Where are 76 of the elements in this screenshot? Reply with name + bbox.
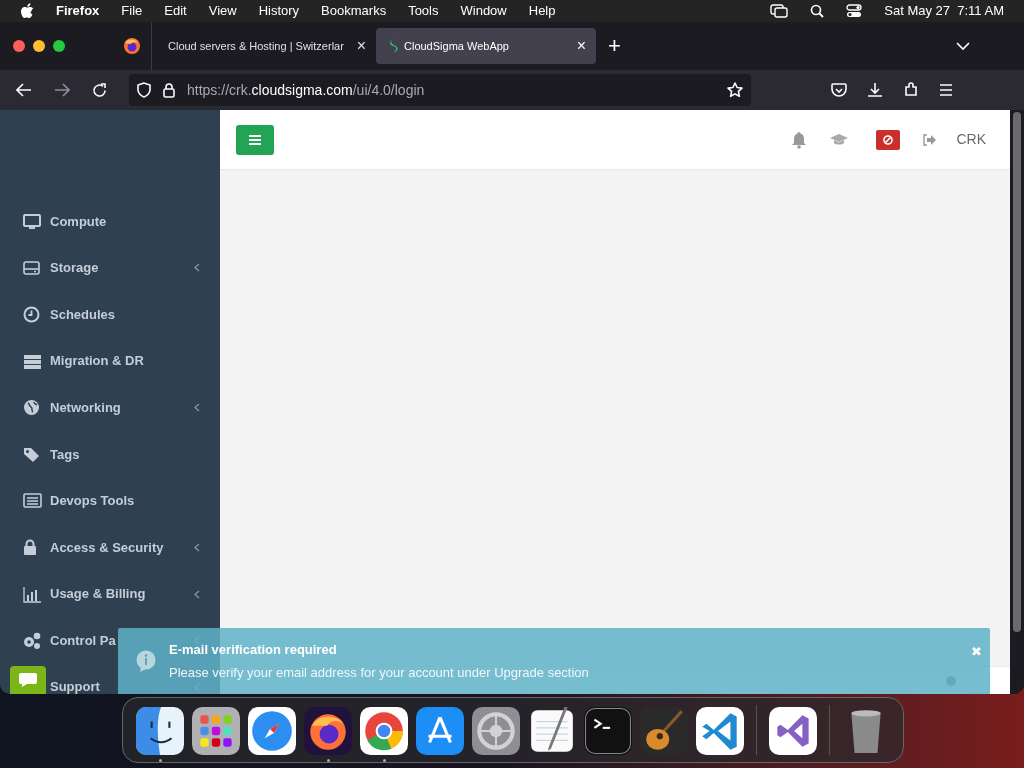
sidebar-item[interactable]: Storage [0, 244, 220, 292]
face-icon[interactable] [136, 706, 184, 755]
toast-message: Please verify your email address for your account under Upgrade section [169, 663, 590, 682]
user-name-link[interactable]: CRK [956, 129, 986, 150]
close-window-button[interactable] [13, 40, 25, 52]
address-bar[interactable]: https://crk.cloudsigma.com/ui/4.0/login [129, 74, 751, 106]
screen-mirroring-icon[interactable] [770, 4, 789, 18]
tags-icon [23, 445, 42, 463]
compass-icon[interactable] [248, 706, 296, 755]
browser-tab[interactable]: CloudSigma WebApp × [376, 28, 596, 64]
lock-icon [163, 82, 175, 98]
shield-icon [137, 82, 151, 98]
blocked-status-button[interactable] [876, 129, 901, 150]
chat-bubble-icon [18, 672, 38, 688]
terminal-icon[interactable] [584, 706, 632, 755]
guitar-icon[interactable] [640, 706, 688, 755]
toast-title: E-mail verification required [169, 641, 338, 659]
menu-item[interactable]: File [121, 1, 143, 21]
sidebar-item[interactable]: Networking [0, 384, 220, 431]
sidebar-item[interactable]: Devops Tools [0, 477, 220, 525]
menu-item[interactable]: View [208, 1, 237, 21]
tab-title: CloudSigma WebApp [404, 38, 510, 54]
zoom-window-button[interactable] [53, 40, 65, 52]
scrollbar-thumb[interactable] [1013, 112, 1021, 632]
apple-icon [20, 3, 34, 19]
reload-icon[interactable] [92, 82, 107, 98]
back-arrow-icon[interactable] [16, 83, 32, 97]
server-stack-icon [23, 352, 42, 370]
download-icon[interactable] [867, 82, 883, 98]
monitor-icon [23, 212, 42, 230]
menu-item[interactable]: Bookmarks [321, 1, 387, 21]
globe-icon [23, 399, 42, 417]
browser-tab[interactable]: Cloud servers & Hosting | Switzerlar × [156, 28, 376, 64]
clock-icon [23, 306, 42, 323]
gear-icon[interactable] [472, 706, 520, 755]
bell-icon[interactable] [790, 130, 809, 149]
bar-chart-icon [23, 585, 42, 603]
menu-item[interactable]: History [258, 1, 300, 21]
sidebar-item[interactable]: Migration & DR [0, 337, 220, 385]
extensions-icon[interactable] [903, 82, 919, 98]
new-tab-button[interactable]: + [608, 35, 621, 57]
info-bubble-icon [136, 650, 156, 672]
drive-icon [23, 259, 42, 277]
url-text: https://crk.cloudsigma.com/ui/4.0/login [187, 80, 426, 100]
menu-item[interactable]: Help [528, 1, 556, 21]
tab-title: Cloud servers & Hosting | Switzerlar [168, 38, 345, 54]
menu-toggle-button[interactable] [236, 124, 274, 155]
star-icon[interactable] [727, 82, 743, 98]
app-grid-icon[interactable] [192, 706, 240, 755]
code-editor-icon[interactable] [696, 706, 744, 755]
menu-bar-clock[interactable]: Sat May 27 7:11 AM [884, 1, 1004, 21]
app-store-icon[interactable] [416, 706, 464, 755]
minimize-window-button[interactable] [33, 40, 45, 52]
menu-item[interactable]: Window [460, 1, 507, 21]
chrome-logo-icon[interactable] [360, 706, 408, 755]
forward-arrow-icon[interactable] [54, 83, 70, 97]
chevron-down-icon[interactable] [956, 41, 970, 51]
sidebar-item[interactable]: Access & Security [0, 524, 220, 571]
menu-icon [249, 134, 261, 145]
pocket-icon[interactable] [831, 82, 847, 98]
sidebar-item[interactable]: Usage & Billing [0, 570, 220, 618]
notepad-pen-icon[interactable] [528, 706, 576, 755]
tab-close-button[interactable]: × [576, 38, 586, 54]
list-icon [23, 492, 42, 510]
sign-out-icon[interactable] [922, 133, 937, 146]
sidebar-item[interactable]: Tags [0, 430, 220, 478]
menu-item[interactable]: Tools [408, 1, 439, 21]
sidebar-item[interactable]: Schedules [0, 291, 220, 338]
search-icon[interactable] [810, 4, 825, 18]
app-menu[interactable]: Firefox [56, 1, 100, 21]
tab-close-button[interactable]: × [356, 38, 366, 54]
control-center-icon[interactable] [846, 4, 863, 18]
menu-icon[interactable] [939, 84, 953, 96]
sidebar-item[interactable]: Compute [0, 198, 220, 245]
prohibited-icon [883, 134, 894, 145]
menu-item[interactable]: Edit [164, 1, 187, 21]
